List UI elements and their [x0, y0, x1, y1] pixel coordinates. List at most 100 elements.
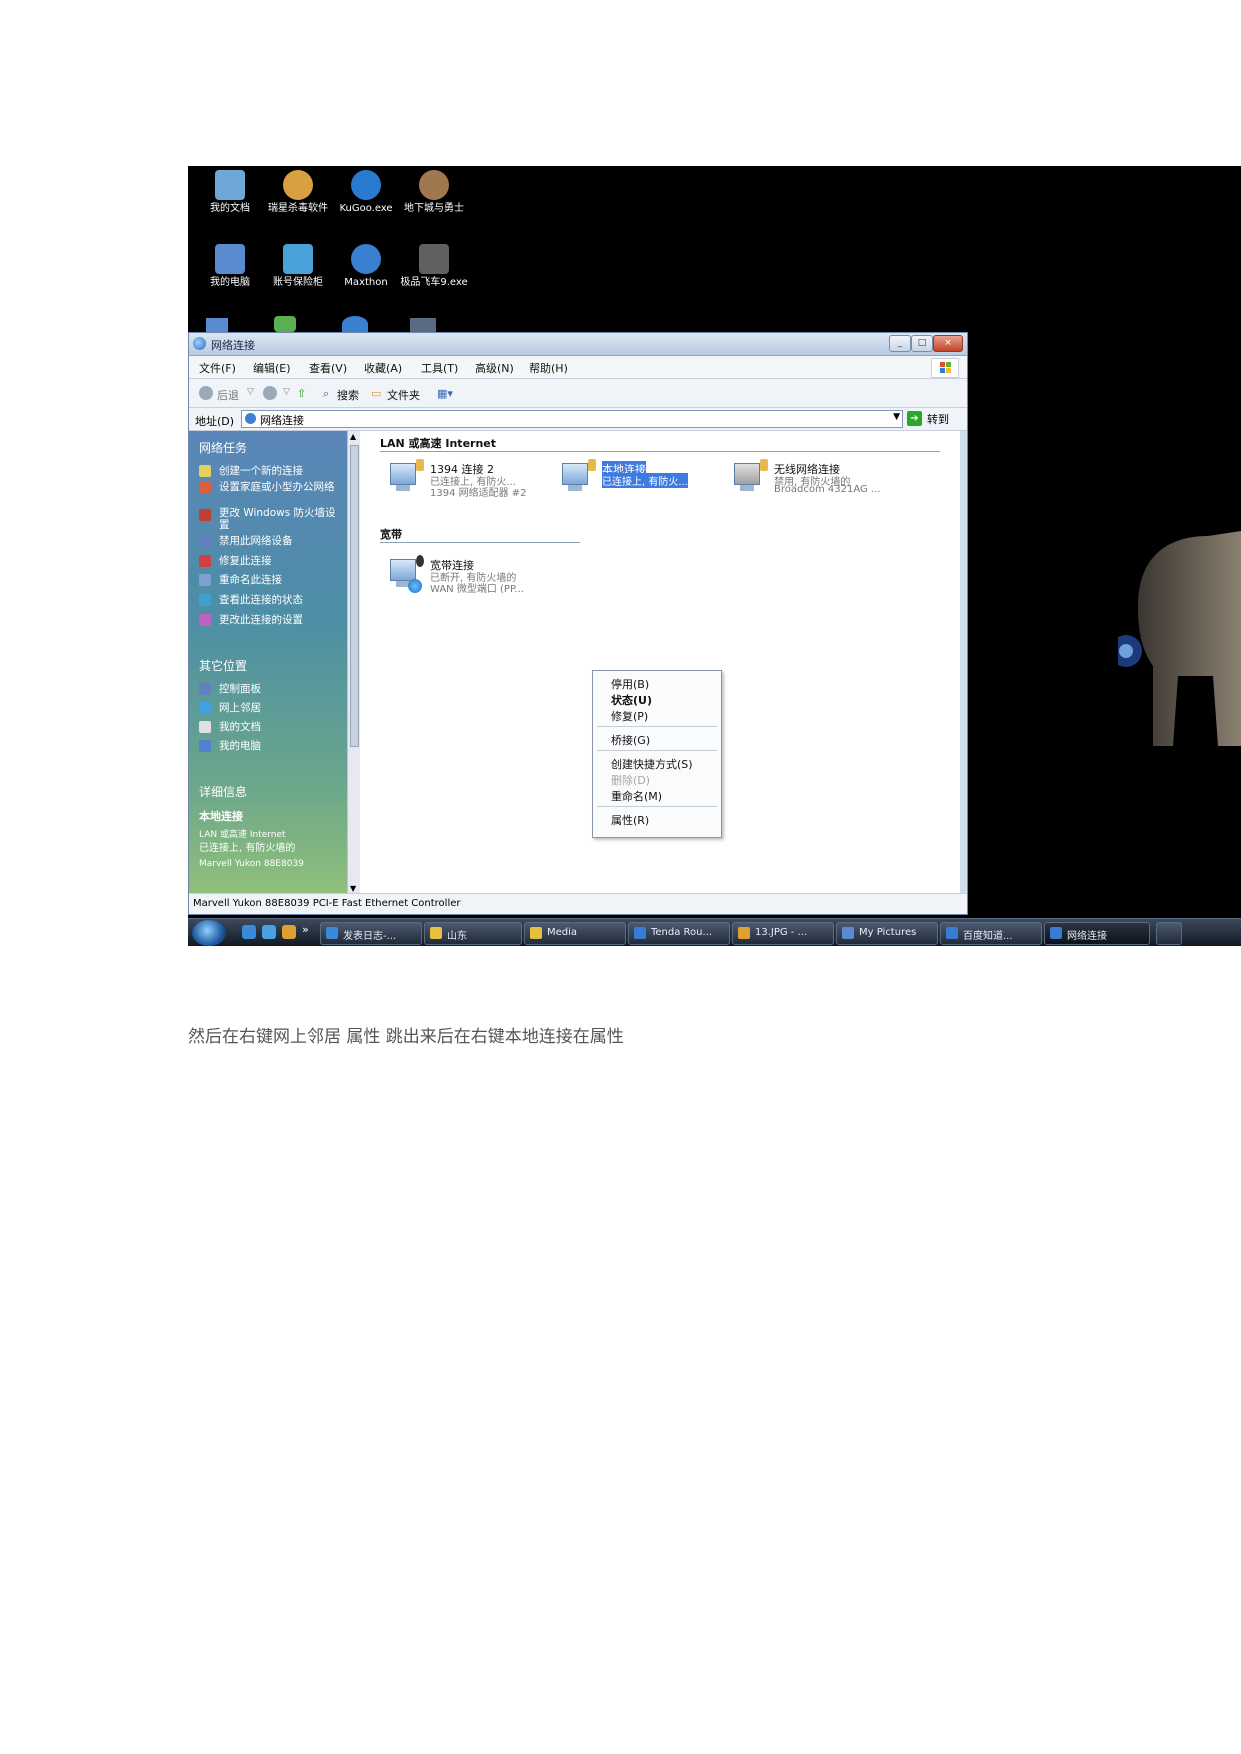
close-button[interactable]: × [933, 335, 963, 352]
wireless-adapter-icon [732, 459, 768, 497]
task-pane: 网络任务 创建一个新的连接 设置家庭或小型办公网络 更改 Windows 防火墙… [189, 431, 347, 894]
menu-tools[interactable]: 工具(T) [421, 360, 458, 376]
ctx-repair[interactable]: 修复(P) [611, 708, 648, 724]
folders-button[interactable]: 文件夹 [387, 387, 420, 403]
image-viewer-icon [738, 927, 750, 939]
connection-wireless[interactable]: 无线网络连接 禁用, 有防火墙的 Broadcom 4321AG ... [732, 459, 892, 509]
window-title: 网络连接 [211, 339, 255, 352]
menu-advanced[interactable]: 高级(N) [475, 360, 514, 376]
desktop-icon-my-documents[interactable]: 我的文档 [196, 170, 264, 214]
address-label: 地址(D) [195, 415, 235, 428]
menu-file[interactable]: 文件(F) [199, 360, 236, 376]
task-repair[interactable]: 修复此连接 [219, 555, 344, 567]
show-desktop-button[interactable] [1156, 922, 1182, 945]
task-view-status[interactable]: 查看此连接的状态 [219, 594, 344, 606]
menu-edit[interactable]: 编辑(E) [253, 360, 291, 376]
task-button-my-pictures[interactable]: My Pictures [836, 922, 938, 945]
chevron-down-icon[interactable]: ▽ [283, 387, 290, 397]
start-button[interactable] [192, 920, 226, 946]
minimize-button[interactable]: _ [889, 335, 911, 352]
folder-icon [215, 170, 245, 200]
partial-desktop-icon [342, 316, 368, 332]
desktop-icon-rising-antivirus[interactable]: 瑞星杀毒软件 [264, 170, 332, 214]
menu-separator [597, 750, 717, 751]
menu-view[interactable]: 查看(V) [309, 360, 347, 376]
caption-text: 然后在右键网上邻居 属性 跳出来后在右键本地连接在属性 [188, 1027, 624, 1047]
details-heading: 详细信息 [199, 785, 248, 799]
ie-icon[interactable] [242, 925, 256, 939]
ctx-status[interactable]: 状态(U) [611, 692, 652, 708]
explorer-window: 网络连接 _ □ × 文件(F) 编辑(E) 查看(V) 收藏(A) 工具(T)… [188, 332, 968, 915]
forward-icon[interactable] [263, 386, 277, 400]
scroll-down-icon[interactable]: ▼ [350, 884, 356, 893]
chevron-down-icon[interactable]: ▽ [247, 387, 254, 397]
chevron-down-icon[interactable]: ▼ [893, 412, 900, 422]
task-disable-device[interactable]: 禁用此网络设备 [219, 535, 344, 547]
details-device: Marvell Yukon 88E8039 [199, 859, 304, 866]
views-icon[interactable]: ▦▾ [437, 387, 453, 400]
maxthon-icon [351, 244, 381, 274]
task-home-network[interactable]: 设置家庭或小型办公网络 [219, 481, 344, 493]
ctx-create-shortcut[interactable]: 创建快捷方式(S) [611, 756, 693, 772]
group-divider [380, 451, 940, 452]
ctx-bridge[interactable]: 桥接(G) [611, 732, 650, 748]
link-my-computer[interactable]: 我的电脑 [219, 740, 344, 752]
scrollbar-thumb[interactable] [350, 445, 359, 747]
desktop-icon-maxthon[interactable]: Maxthon [332, 244, 400, 288]
task-button-baidu[interactable]: 百度知道... [940, 922, 1042, 945]
link-my-documents[interactable]: 我的文档 [219, 721, 344, 733]
up-folder-icon[interactable]: ⇧ [297, 387, 306, 400]
desktop-icon-nfs[interactable]: 极品飞车9.exe [400, 244, 468, 288]
ctx-properties[interactable]: 属性(R) [611, 812, 649, 828]
connection-broadband[interactable]: 宽带连接 已断开, 有防火墙的 WAN 微型端口 (PP... [388, 555, 548, 605]
details-name: 本地连接 [199, 810, 243, 823]
windows-logo-icon [931, 358, 959, 378]
back-button[interactable]: 后退 [217, 387, 239, 403]
desktop-icon-dnf[interactable]: 地下城与勇士 [400, 170, 468, 214]
lion-icon [283, 170, 313, 200]
network-icon [245, 413, 256, 424]
ie-icon [946, 927, 958, 939]
task-firewall[interactable]: 更改 Windows 防火墙设置 [219, 507, 344, 531]
task-button-media[interactable]: Media [524, 922, 626, 945]
tasks-heading: 网络任务 [199, 441, 248, 455]
task-button-network[interactable]: 网络连接 [1044, 922, 1150, 945]
task-rename[interactable]: 重命名此连接 [219, 574, 344, 586]
task-button-blog[interactable]: 发表日志-... [320, 922, 422, 945]
more-icon[interactable]: » [302, 923, 316, 937]
desktop-icon-kugoo[interactable]: KuGoo.exe [332, 170, 400, 214]
quicklaunch-icon[interactable] [282, 925, 296, 939]
partial-desktop-icon [274, 316, 296, 332]
title-bar[interactable]: 网络连接 _ □ × [189, 333, 967, 356]
connection-local[interactable]: 本地连接 已连接上, 有防火... [560, 459, 720, 509]
menu-favorites[interactable]: 收藏(A) [364, 360, 402, 376]
task-button-shandong[interactable]: 山东 [424, 922, 522, 945]
back-icon[interactable] [199, 386, 213, 400]
task-button-jpg[interactable]: 13.JPG - ... [732, 922, 834, 945]
folder-icon [430, 927, 442, 939]
go-button[interactable]: ➔ 转到 [907, 410, 961, 427]
ie-icon [326, 927, 338, 939]
desktop-icon-account-safe[interactable]: 账号保险柜 [264, 244, 332, 288]
address-input[interactable]: 网络连接 ▼ [241, 410, 903, 428]
quicklaunch-icon[interactable] [262, 925, 276, 939]
task-change-settings[interactable]: 更改此连接的设置 [219, 614, 344, 626]
ctx-disable[interactable]: 停用(B) [611, 676, 649, 692]
ctx-rename[interactable]: 重命名(M) [611, 788, 662, 804]
link-control-panel[interactable]: 控制面板 [219, 683, 344, 695]
task-create-connection[interactable]: 创建一个新的连接 [219, 465, 344, 477]
menu-help[interactable]: 帮助(H) [529, 360, 568, 376]
task-button-tenda[interactable]: Tenda Rou... [628, 922, 730, 945]
search-button[interactable]: 搜索 [337, 387, 359, 403]
disable-device-icon [199, 535, 211, 547]
ctx-delete: 删除(D) [611, 774, 651, 787]
scroll-up-icon[interactable]: ▲ [350, 432, 356, 441]
desktop-icon-my-computer[interactable]: 我的电脑 [196, 244, 264, 288]
menu-bar: 文件(F) 编辑(E) 查看(V) 收藏(A) 工具(T) 高级(N) 帮助(H… [189, 356, 967, 379]
network-icon [1050, 927, 1062, 939]
maximize-button[interactable]: □ [911, 335, 933, 352]
task-pane-scrollbar[interactable]: ▲ ▼ [347, 431, 360, 894]
link-network-places[interactable]: 网上邻居 [219, 702, 344, 714]
connection-1394[interactable]: 1394 连接 2 已连接上, 有防火... 1394 网络适配器 #2 [388, 459, 548, 509]
group-broadband: 宽带 [380, 528, 402, 541]
